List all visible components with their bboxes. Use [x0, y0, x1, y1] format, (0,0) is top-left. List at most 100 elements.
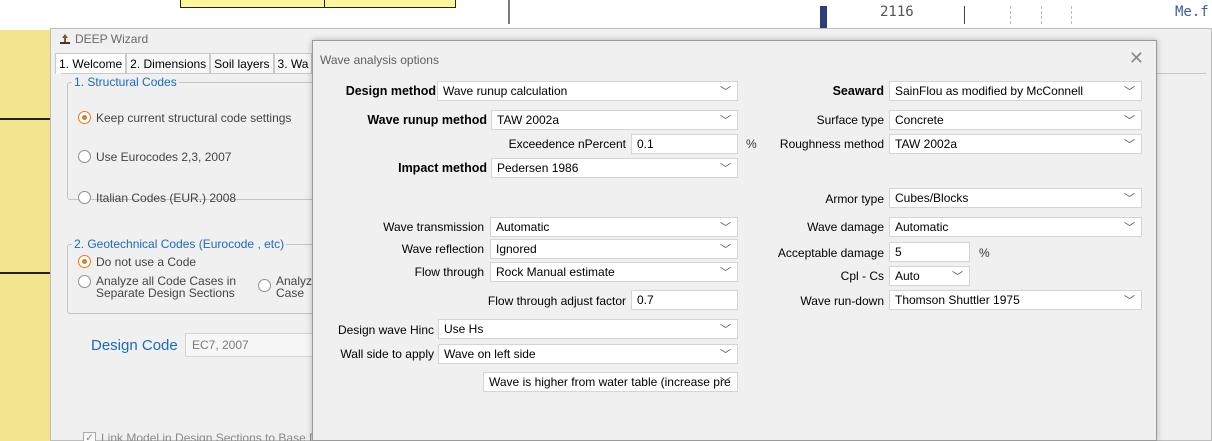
design-method-label: Design method	[345, 84, 436, 98]
flow-adjust-input[interactable]: 0.7	[631, 290, 738, 310]
chevron-down-icon: ﹀	[720, 222, 731, 234]
wave-transmission-select[interactable]: Automatic ﹀	[490, 217, 738, 237]
seaward-label: Seaward	[832, 84, 884, 98]
tab-wave[interactable]: 3. Wa	[273, 53, 313, 74]
radio-italian-codes[interactable]: Italian Codes (EUR.) 2008	[78, 191, 236, 205]
wave-damage-select[interactable]: Automatic ﹀	[889, 217, 1142, 237]
background-cell	[180, 0, 456, 8]
background-code-fragment: Me.f	[1175, 4, 1209, 20]
select-value: Wave runup calculation	[443, 84, 568, 98]
chevron-down-icon: ﹀	[1124, 86, 1135, 98]
percent-unit: %	[979, 246, 990, 260]
chevron-down-icon: ﹀	[1124, 295, 1135, 307]
chevron-down-icon: ﹀	[720, 349, 731, 361]
exceedence-input[interactable]: 0.1	[631, 134, 738, 154]
design-code-label: Design Code	[91, 337, 178, 354]
background-canvas	[0, 30, 50, 441]
wave-runup-method-label: Wave runup method	[367, 113, 487, 127]
background-divider	[508, 0, 510, 24]
percent-unit: %	[746, 137, 757, 151]
wave-higher-select[interactable]: Wave is higher from water table (increas…	[483, 372, 738, 392]
flow-through-select[interactable]: Rock Manual estimate ﹀	[490, 262, 738, 282]
dialog-title: Wave analysis options	[320, 53, 439, 67]
radio-dot	[78, 191, 91, 204]
geotechnical-codes-title: 2. Geotechnical Codes (Eurocode , etc)	[72, 237, 287, 251]
background-line	[0, 118, 50, 120]
armor-type-label: Armor type	[825, 192, 884, 206]
wave-reflection-label: Wave reflection	[401, 242, 484, 256]
acceptable-damage-input[interactable]: 5	[889, 242, 970, 262]
wizard-app-icon	[59, 33, 71, 45]
seaward-select[interactable]: SainFlou as modified by McConnell ﹀	[889, 81, 1142, 101]
select-value: Rock Manual estimate	[496, 265, 615, 279]
chevron-down-icon: ﹀	[720, 86, 731, 98]
link-model-checkbox[interactable]: ✓ Link Model in Design Sections to Base …	[83, 431, 333, 441]
cpl-cs-select[interactable]: Auto ﹀	[889, 266, 970, 286]
close-icon[interactable]: ✕	[1129, 48, 1144, 69]
wave-rundown-select[interactable]: Thomson Shuttler 1975 ﹀	[889, 290, 1142, 310]
select-value: Automatic	[496, 220, 550, 234]
armor-type-select[interactable]: Cubes/Blocks ﹀	[889, 188, 1142, 208]
chevron-down-icon: ﹀	[720, 163, 731, 175]
impact-method-select[interactable]: Pedersen 1986 ﹀	[491, 158, 738, 178]
select-value: Wave is higher from water table (increas…	[489, 375, 731, 389]
checkbox-label: Link Model in Design Sections to Base De…	[101, 431, 334, 441]
wall-side-label: Wall side to apply	[340, 347, 434, 361]
wave-analysis-dialog: Wave analysis options ✕ Design method Wa…	[312, 40, 1157, 441]
chevron-down-icon: ﹀	[720, 377, 731, 389]
radio-dot	[78, 150, 91, 163]
wave-runup-method-select[interactable]: TAW 2002a ﹀	[491, 110, 738, 130]
design-wave-select[interactable]: Use Hs ﹀	[438, 319, 738, 339]
surface-type-label: Surface type	[816, 113, 884, 127]
select-value: Automatic	[895, 220, 949, 234]
select-value: Use Hs	[444, 322, 484, 336]
flow-through-label: Flow through	[414, 265, 484, 279]
radio-analyze-separate[interactable]: Analyze all Code Cases in Separate Desig…	[78, 275, 248, 299]
design-code-field[interactable]: EC7, 2007	[185, 333, 325, 357]
select-value: Cubes/Blocks	[895, 191, 969, 205]
select-value: Thomson Shuttler 1975	[895, 293, 1020, 307]
wall-side-select[interactable]: Wave on left side ﹀	[438, 344, 738, 364]
background-marker	[820, 6, 827, 28]
tab-welcome[interactable]: 1. Welcome	[55, 53, 127, 74]
acceptable-damage-label: Acceptable damage	[777, 246, 884, 260]
select-value: TAW 2002a	[497, 113, 560, 127]
radio-dot	[78, 111, 91, 124]
radio-dot	[78, 255, 91, 268]
radio-keep-current[interactable]: Keep current structural code settings	[78, 111, 291, 125]
chevron-down-icon: ﹀	[1124, 139, 1135, 151]
radio-no-code[interactable]: Do not use a Code	[78, 255, 196, 269]
design-wave-label: Design wave Hinc	[337, 323, 434, 337]
background-code-number: 2116	[880, 4, 914, 20]
radio-label: Italian Codes (EUR.) 2008	[96, 191, 237, 205]
select-value: Wave on left side	[444, 347, 536, 361]
radio-dot	[258, 279, 271, 292]
select-value: Auto	[895, 269, 920, 283]
wave-reflection-select[interactable]: Ignored ﹀	[490, 239, 738, 259]
tab-soil-layers[interactable]: Soil layers	[210, 53, 274, 74]
tab-dimensions[interactable]: 2. Dimensions	[126, 53, 211, 74]
design-method-select[interactable]: Wave runup calculation ﹀	[437, 81, 738, 101]
chevron-down-icon: ﹀	[720, 244, 731, 256]
radio-dot	[78, 275, 91, 288]
background-guides	[1010, 6, 1100, 24]
select-value: SainFlou as modified by McConnell	[895, 84, 1084, 98]
radio-label: Use Eurocodes 2,3, 2007	[96, 150, 232, 164]
chevron-down-icon: ﹀	[720, 324, 731, 336]
wave-transmission-label: Wave transmission	[383, 220, 484, 234]
chevron-down-icon: ﹀	[952, 271, 963, 283]
wizard-tabs: 1. Welcome 2. Dimensions Soil layers 3. …	[55, 53, 313, 74]
background-line	[0, 272, 50, 274]
select-value: Pedersen 1986	[497, 161, 579, 175]
flow-adjust-label: Flow through adjust factor	[487, 294, 626, 308]
cpl-cs-label: Cpl - Cs	[840, 269, 884, 283]
select-value: TAW 2002a	[895, 137, 958, 151]
roughness-method-select[interactable]: TAW 2002a ﹀	[889, 134, 1142, 154]
check-icon: ✓	[83, 431, 96, 441]
select-value: Concrete	[895, 113, 944, 127]
surface-type-select[interactable]: Concrete ﹀	[889, 110, 1142, 130]
radio-eurocodes[interactable]: Use Eurocodes 2,3, 2007	[78, 150, 231, 164]
radio-analyze-case[interactable]: Analyze Case	[258, 275, 319, 299]
chevron-down-icon: ﹀	[720, 267, 731, 279]
structural-codes-title: 1. Structural Codes	[72, 75, 179, 89]
